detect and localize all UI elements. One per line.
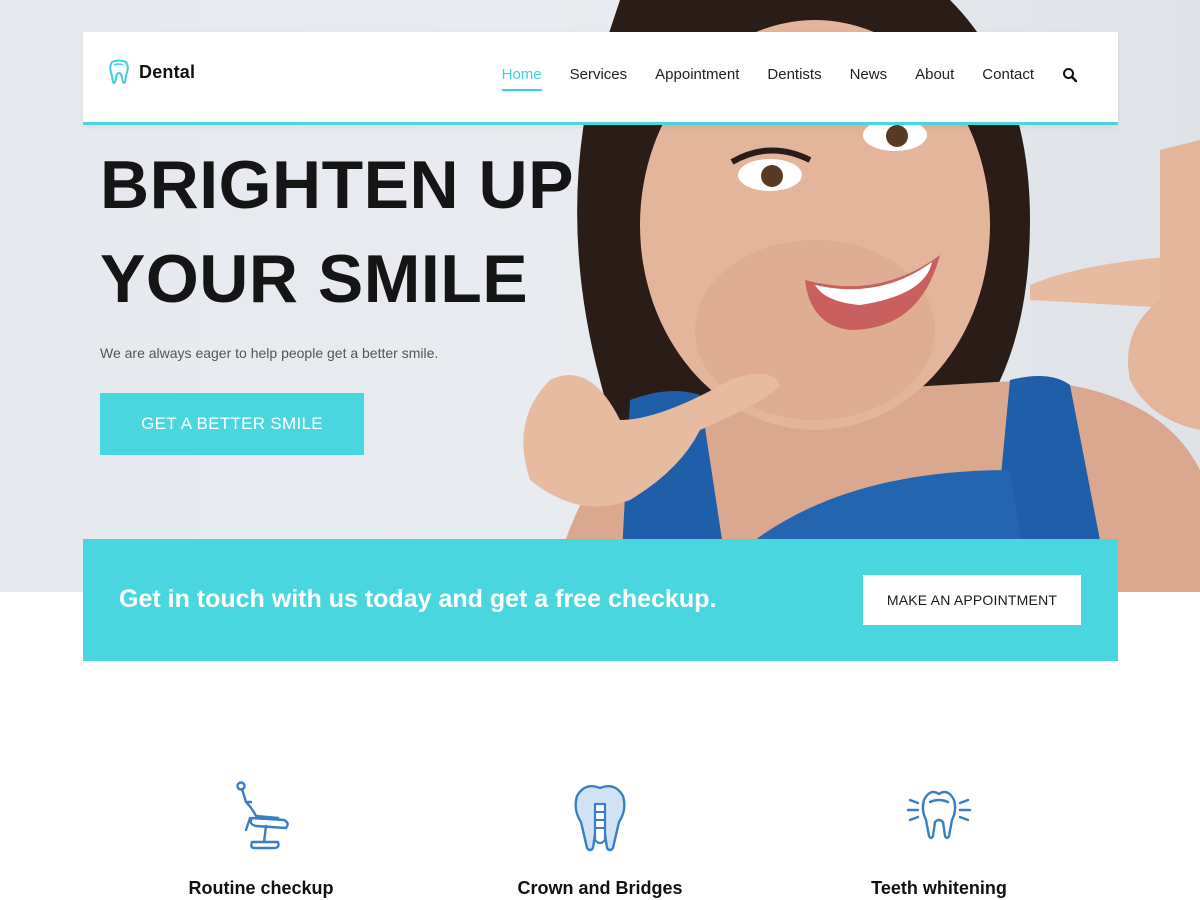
make-appointment-button[interactable]: MAKE AN APPOINTMENT: [863, 575, 1081, 625]
hero-title: BRIGHTEN UP YOUR SMILE: [100, 138, 620, 326]
hero-title-line-2: YOUR SMILE: [100, 241, 529, 317]
brand-name: Dental: [139, 61, 196, 82]
nav-item-contact[interactable]: Contact: [982, 66, 1034, 89]
tooth-icon: [109, 59, 129, 84]
nav-item-about[interactable]: About: [915, 66, 954, 89]
cta-text: Get in touch with us today and get a fre…: [119, 585, 717, 613]
search-icon[interactable]: [1062, 67, 1078, 83]
dental-chair-icon: [236, 781, 289, 850]
service-title: Teeth whitening: [871, 878, 1007, 898]
brand-logo[interactable]: Dental: [108, 59, 195, 85]
nav-item-home[interactable]: Home: [501, 66, 542, 91]
main-nav: Home Services Appointment Dentists News …: [474, 66, 1078, 91]
hero-subtitle: We are always eager to help people get a…: [100, 345, 439, 361]
nav-item-services[interactable]: Services: [570, 66, 628, 89]
nav-item-dentists[interactable]: Dentists: [767, 66, 821, 89]
service-title: Routine checkup: [188, 878, 334, 898]
top-navbar: Dental Home Services Appointment Dentist…: [83, 32, 1118, 125]
service-title: Crown and Bridges: [517, 878, 683, 898]
get-better-smile-button[interactable]: GET A BETTER SMILE: [100, 393, 364, 455]
service-routine-checkup[interactable]: Routine checkup: [111, 778, 411, 899]
service-teeth-whitening[interactable]: Teeth whitening: [789, 778, 1089, 899]
service-crown-bridges[interactable]: Crown and Bridges: [450, 778, 750, 899]
nav-item-news[interactable]: News: [850, 66, 888, 89]
nav-item-appointment[interactable]: Appointment: [655, 66, 739, 89]
dental-implant-icon: [574, 785, 626, 852]
hero-title-line-1: BRIGHTEN UP: [100, 147, 574, 223]
shining-tooth-icon: [906, 790, 972, 840]
cta-band: Get in touch with us today and get a fre…: [83, 539, 1118, 661]
